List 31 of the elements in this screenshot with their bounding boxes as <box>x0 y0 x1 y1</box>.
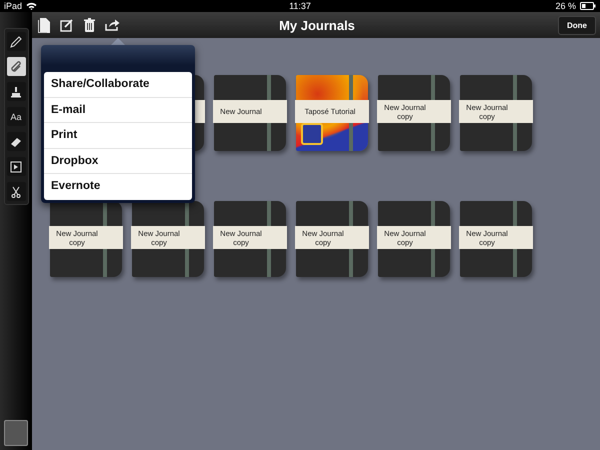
logo-icon <box>301 123 323 145</box>
battery-icon <box>580 2 596 10</box>
menu-item[interactable]: Dropbox <box>44 148 192 174</box>
stamp-icon <box>10 86 22 98</box>
compose-icon[interactable] <box>60 18 74 32</box>
tool-button[interactable] <box>6 82 26 101</box>
tool-button[interactable] <box>6 132 26 151</box>
menu-item[interactable]: E-mail <box>44 98 192 124</box>
battery-percent: 26 % <box>555 1 576 11</box>
trash-icon[interactable] <box>84 18 95 32</box>
tool-button[interactable] <box>6 182 26 201</box>
paperclip-icon <box>10 60 22 72</box>
menu-item[interactable]: Evernote <box>44 174 192 200</box>
tool-button[interactable] <box>6 32 26 51</box>
toolbar-title: My Journals <box>279 18 355 32</box>
eraser-icon <box>10 136 22 148</box>
scissors-icon <box>10 186 22 198</box>
menu-item[interactable]: Share/Collaborate <box>44 72 192 98</box>
share-icon[interactable] <box>105 19 120 31</box>
menu-item[interactable]: Print <box>44 123 192 149</box>
new-page-icon[interactable] <box>38 18 50 32</box>
pencil-icon <box>10 36 22 48</box>
done-button[interactable]: Done <box>558 16 596 34</box>
tool-button[interactable] <box>6 157 26 176</box>
text-tool-button[interactable]: Aa <box>6 107 26 126</box>
page-thumbnail[interactable] <box>4 420 28 446</box>
wifi-icon <box>26 2 38 10</box>
device-name: iPad <box>4 1 22 11</box>
clock-time: 11:37 <box>289 1 311 11</box>
play-square-icon <box>10 160 22 172</box>
tool-button[interactable] <box>6 57 26 76</box>
